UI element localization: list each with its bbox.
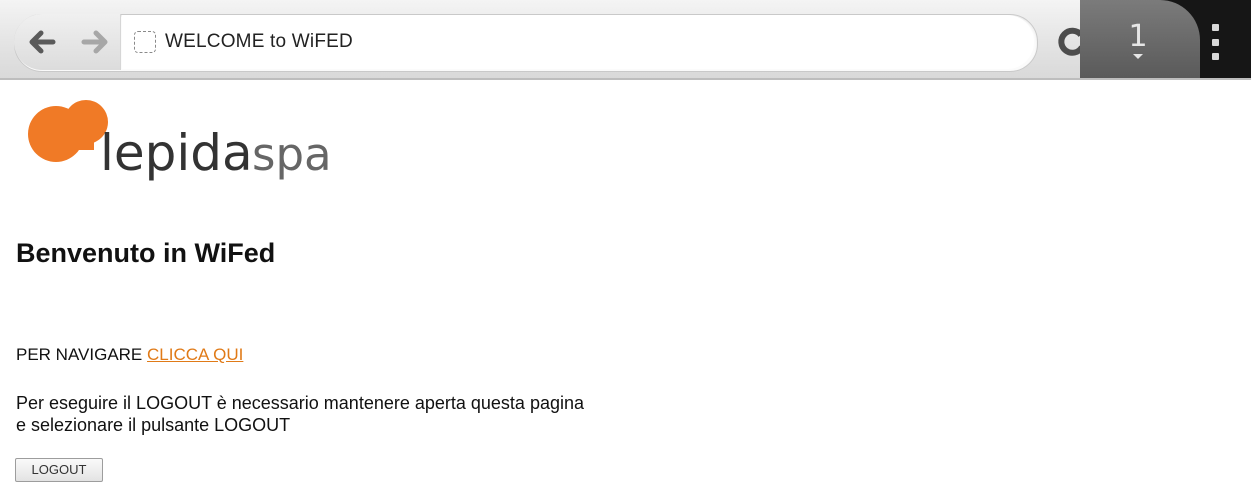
arrow-left-icon [29, 30, 56, 54]
logout-instructions-line-2: e selezionare il pulsante LOGOUT [16, 415, 291, 435]
lepida-logo: lepida spa [28, 100, 332, 182]
caret-down-icon [1133, 53, 1143, 59]
overflow-menu-button[interactable] [1203, 24, 1227, 60]
tab-switcher-button[interactable]: 1 [1118, 16, 1158, 64]
tab-title: WELCOME to WiFED [165, 31, 353, 52]
menu-dot-icon [1211, 38, 1219, 46]
logo-suffix-text: spa [252, 128, 332, 181]
navigate-prefix: PER NAVIGARE [16, 345, 143, 364]
logo-text: lepida [100, 124, 253, 182]
logout-button[interactable]: LOGOUT [15, 458, 103, 482]
logout-instructions: Per eseguire il LOGOUT è necessario mant… [16, 392, 584, 436]
logout-instructions-line-1: Per eseguire il LOGOUT è necessario mant… [16, 393, 584, 413]
arrow-right-icon [81, 30, 108, 54]
browser-toolbar: WELCOME to WiFED 1 [0, 0, 1251, 80]
navigate-link[interactable]: CLICCA QUI [147, 345, 243, 364]
menu-dot-icon [1211, 24, 1219, 31]
page-placeholder-icon [134, 31, 156, 53]
logo-blob-icon [28, 100, 108, 162]
forward-button[interactable] [70, 14, 121, 70]
navigate-line: PER NAVIGARE CLICCA QUI [16, 345, 243, 365]
page-title: Benvenuto in WiFed [16, 238, 276, 268]
url-field[interactable]: WELCOME to WiFED [122, 15, 1034, 69]
tab-count: 1 [1128, 18, 1148, 54]
back-button[interactable] [14, 14, 71, 70]
menu-dot-icon [1211, 53, 1219, 60]
